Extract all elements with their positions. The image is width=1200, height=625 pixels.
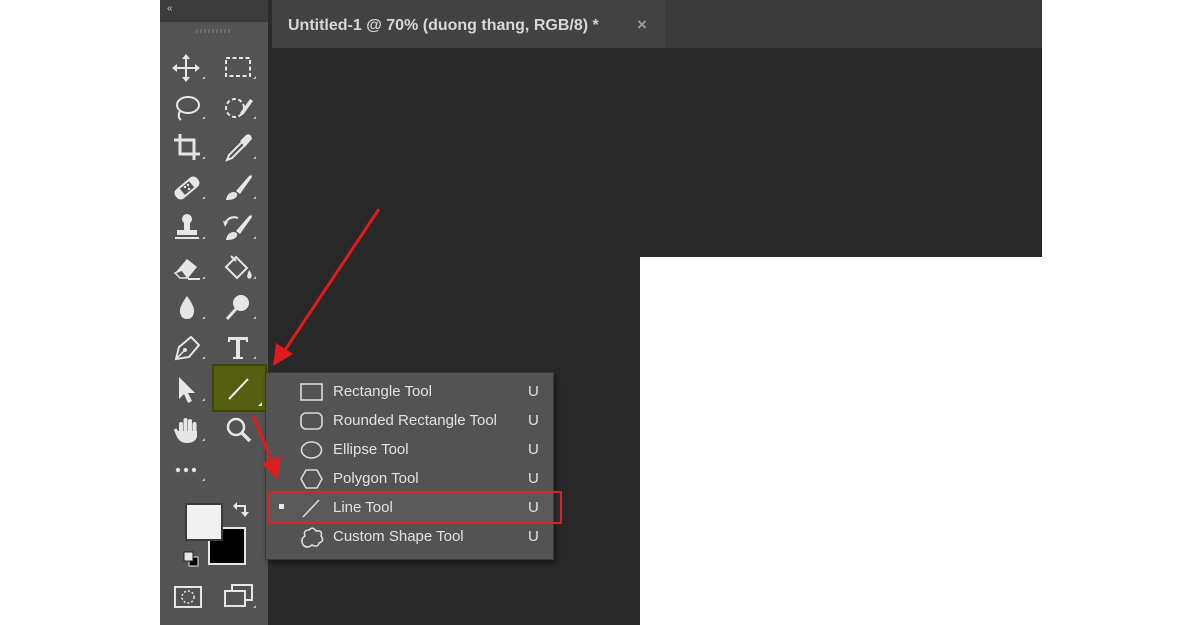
annotation-arrows	[251, 208, 381, 480]
arrow-to-line-tool-menu-item	[251, 414, 281, 480]
arrow-to-line-tool	[273, 208, 381, 366]
